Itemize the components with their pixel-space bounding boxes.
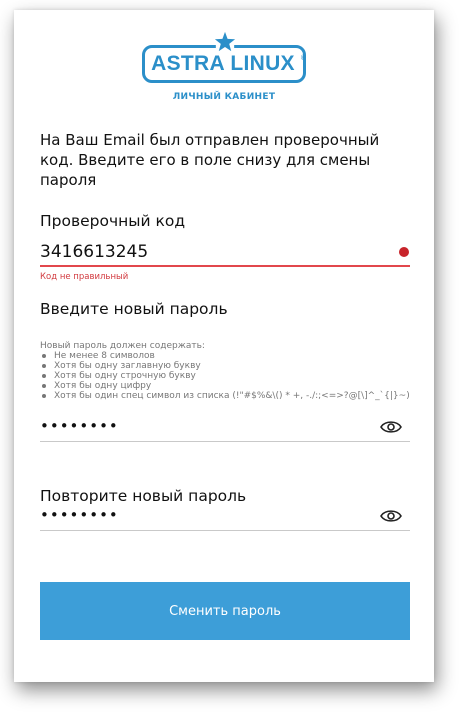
requirement-item: Хотя бы одну строчную букву [40, 371, 410, 381]
password-requirements-list: Не менее 8 символов Хотя бы одну заглавн… [40, 351, 410, 401]
eye-icon[interactable] [380, 419, 402, 435]
code-error-message: Код не правильный [40, 272, 129, 282]
requirement-item: Хотя бы одну заглавную букву [40, 361, 410, 371]
change-password-button[interactable]: Сменить пароль [40, 582, 410, 640]
repeat-password-field[interactable]: •••••••• [40, 506, 410, 531]
requirement-item: Хотя бы один спец символ из списка (!"#$… [40, 391, 410, 401]
logo-wordmark: ASTRA LINUX [151, 52, 295, 75]
code-input-underline [40, 265, 410, 267]
star-icon [214, 31, 236, 52]
verification-code-input[interactable]: 3416613245 [40, 242, 148, 262]
new-password-field[interactable]: •••••••• [40, 417, 410, 442]
new-password-input[interactable]: •••••••• [40, 417, 119, 435]
registered-mark: ® [300, 54, 307, 62]
logo-subtitle: ЛИЧНЫЙ КАБИНЕТ [172, 92, 276, 102]
eye-icon[interactable] [380, 508, 402, 524]
error-indicator-icon [399, 247, 409, 257]
password-reset-card: ASTRA LINUX ® ЛИЧНЫЙ КАБИНЕТ На Ваш Emai… [14, 10, 434, 682]
repeat-password-label: Повторите новый пароль [40, 487, 247, 505]
requirement-item: Хотя бы одну цифру [40, 381, 410, 391]
instruction-text: На Ваш Email был отправлен проверочный к… [40, 131, 380, 189]
astra-linux-logo: ASTRA LINUX ® ЛИЧНЫЙ КАБИНЕТ [140, 31, 312, 118]
repeat-password-input[interactable]: •••••••• [40, 506, 119, 524]
verification-code-label: Проверочный код [40, 212, 186, 230]
requirement-item: Не менее 8 символов [40, 351, 410, 361]
password-requirements-title: Новый пароль должен содержать: [40, 341, 205, 351]
new-password-label: Введите новый пароль [40, 300, 228, 318]
